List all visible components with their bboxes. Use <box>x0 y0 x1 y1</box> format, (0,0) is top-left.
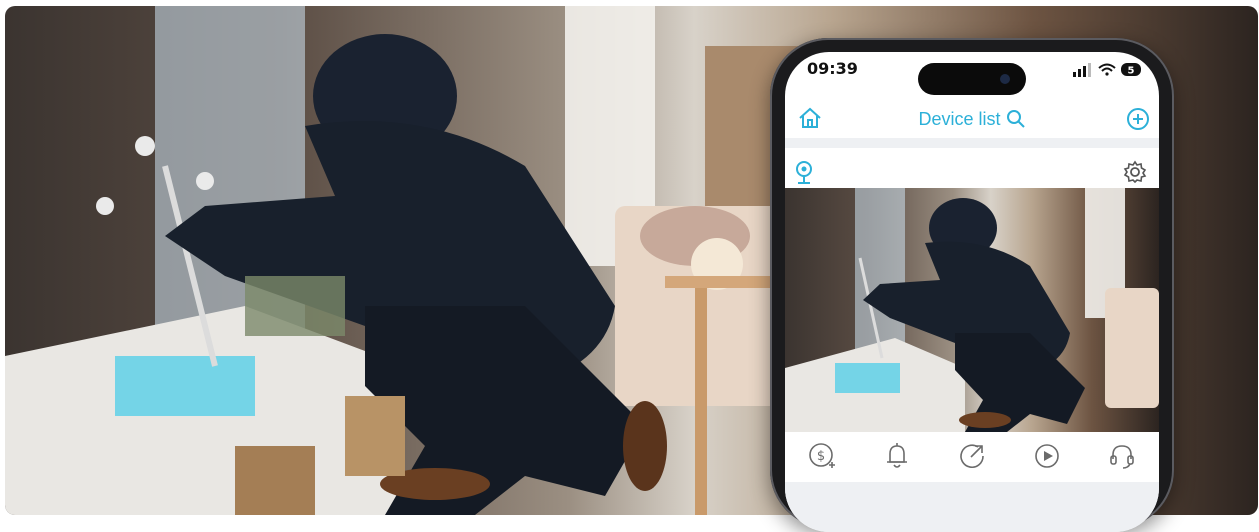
add-circle-icon[interactable] <box>1125 106 1151 132</box>
play-icon <box>1034 444 1059 468</box>
phone-screen: 09:39 5 Device list $ <box>785 52 1159 532</box>
bell-icon <box>887 443 908 468</box>
section-divider <box>785 138 1159 148</box>
device-action-bar: $ <box>785 432 1159 480</box>
signal-icon <box>1073 63 1091 77</box>
camera-feed-illustration <box>785 188 1159 432</box>
battery-level: 5 <box>1128 66 1135 77</box>
playback-button[interactable] <box>1031 440 1063 472</box>
phone-mockup: 09:39 5 Device list $ <box>770 38 1174 532</box>
page-title-text: Device list <box>918 108 1001 129</box>
bottom-spacer <box>785 482 1159 532</box>
share-icon <box>960 444 984 468</box>
dollar-plus-icon: $ <box>809 443 836 468</box>
device-card-header <box>785 148 1159 188</box>
battery-icon: 5 <box>1121 63 1141 77</box>
search-icon[interactable] <box>1006 109 1026 129</box>
gear-icon[interactable] <box>1123 160 1147 184</box>
page-title: Device list <box>785 108 1159 130</box>
status-bar: 09:39 5 <box>785 52 1159 95</box>
app-navbar: Device list <box>785 96 1159 140</box>
location-pin-icon[interactable] <box>793 160 815 186</box>
status-time: 09:39 <box>807 59 858 78</box>
dynamic-island <box>918 63 1026 95</box>
alarm-button[interactable] <box>881 440 913 472</box>
svg-text:$: $ <box>817 449 825 464</box>
support-button[interactable] <box>1106 440 1138 472</box>
status-icons: 5 <box>1073 63 1141 77</box>
share-button[interactable] <box>956 440 988 472</box>
camera-feed[interactable] <box>785 188 1159 432</box>
wifi-icon <box>1098 63 1116 76</box>
headset-icon <box>1109 445 1134 469</box>
cloud-storage-button[interactable]: $ <box>806 440 838 472</box>
